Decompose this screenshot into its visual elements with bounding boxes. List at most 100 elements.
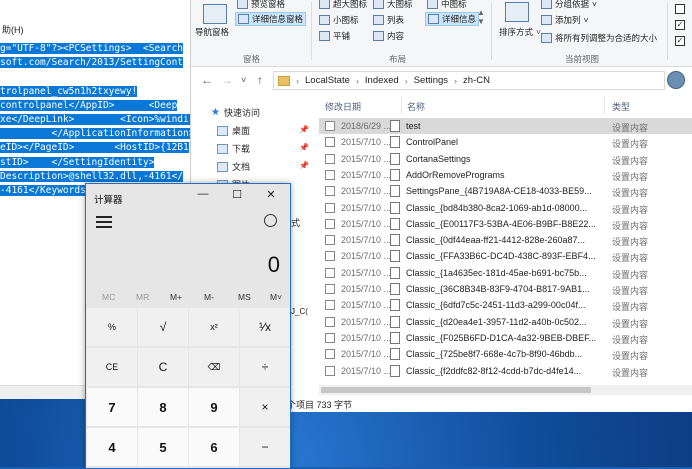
horizontal-scrollbar[interactable] [319, 385, 692, 395]
sqrt-button[interactable]: √ [138, 308, 188, 346]
maximize-icon[interactable]: ☐ [226, 188, 248, 201]
minus-button[interactable]: − [240, 428, 290, 466]
sidebar-item-desktop[interactable]: 桌面 [217, 124, 250, 137]
file-extension-toggle[interactable]: ✓ [675, 20, 685, 30]
history-icon[interactable] [264, 214, 277, 227]
tiles-view-button[interactable]: 平铺 [319, 30, 350, 42]
sort-by-icon[interactable] [505, 2, 529, 22]
item-checkbox-toggle[interactable] [675, 4, 685, 14]
add-column-button[interactable]: 添加列 ˅ [541, 14, 588, 26]
memory-button[interactable]: M- [204, 292, 214, 302]
table-row[interactable]: 2015/7/10 ... Classic_{36C8B34B-83F9-4704… [319, 281, 692, 297]
layout-scroll-arrows[interactable]: ▲ ▼ [477, 8, 485, 26]
row-checkbox[interactable] [325, 332, 335, 343]
extra-large-icons-button[interactable]: 超大图标 [319, 0, 367, 10]
table-row[interactable]: 2018/6/29 ... test 设置内容 [319, 118, 692, 135]
digit-5-button[interactable]: 5 [138, 428, 188, 466]
row-checkbox[interactable] [325, 235, 335, 246]
navigation-pane-icon[interactable] [203, 4, 227, 24]
sidebar-item-quick-access[interactable]: ★ 快速访问 [211, 106, 260, 119]
backspace-button[interactable]: ⌫ [189, 348, 239, 386]
memory-button[interactable]: M˅ [270, 292, 282, 302]
table-row[interactable]: 2015/7/10 ... Classic_{0df44eaa-ff21-4412… [319, 232, 692, 248]
breadcrumb-separator-icon[interactable]: › [405, 76, 408, 86]
column-header-date[interactable]: 修改日期 [325, 100, 361, 113]
address-bar[interactable]: › LocalState › Indexed › Settings › zh-C… [273, 71, 665, 90]
row-checkbox[interactable] [325, 137, 335, 148]
details-view-button[interactable]: 详细信息 [425, 12, 480, 26]
user-avatar[interactable] [667, 71, 685, 89]
row-checkbox[interactable] [325, 169, 335, 180]
close-icon[interactable]: ✕ [260, 188, 282, 201]
row-checkbox[interactable] [325, 218, 335, 229]
table-row[interactable]: 2015/7/10 ... Classic_{f2ddfc82-8f12-4cdd… [319, 363, 692, 379]
breadcrumb-separator-icon[interactable]: › [296, 76, 299, 86]
reciprocal-button[interactable]: ¹⁄x [240, 308, 290, 346]
memory-button[interactable]: MC [102, 292, 115, 302]
sidebar-item-partial[interactable]: 式 [291, 216, 300, 229]
breadcrumb-localstate[interactable]: LocalState [305, 75, 350, 86]
digit-9-button[interactable]: 9 [189, 388, 239, 426]
back-arrow-icon[interactable]: ← [201, 73, 213, 87]
row-checkbox[interactable] [325, 365, 335, 376]
list-view-button[interactable]: 列表 [373, 14, 404, 26]
row-checkbox[interactable] [325, 121, 335, 131]
column-header-name[interactable]: 名称 [407, 100, 425, 113]
clear-button[interactable]: C [138, 348, 188, 386]
row-checkbox[interactable] [325, 251, 335, 262]
clear-entry-button[interactable]: CE [87, 348, 137, 386]
percent-button[interactable]: % [87, 308, 137, 346]
forward-arrow-icon[interactable]: → [221, 73, 233, 87]
sidebar-item-partial[interactable]: J_C( [291, 307, 308, 316]
hidden-items-toggle[interactable]: ✓ [675, 36, 685, 46]
small-icons-button[interactable]: 小图标 [319, 14, 359, 26]
table-row[interactable]: 2015/7/10 ... Classic_{725be8f7-668e-4c7b… [319, 346, 692, 362]
sort-by-button[interactable]: 排序方式 ˅ [499, 26, 541, 38]
recent-chevron-icon[interactable]: ˅ [241, 75, 246, 85]
table-row[interactable]: 2015/7/10 ... Classic_{F025B6FD-D1CA-4a32… [319, 330, 692, 346]
digit-6-button[interactable]: 6 [189, 428, 239, 466]
menu-help[interactable]: 助(H) [0, 23, 24, 37]
memory-button[interactable]: MS [238, 292, 251, 302]
multiply-button[interactable]: × [240, 388, 290, 426]
preview-pane-button[interactable]: 预览窗格 [237, 0, 285, 10]
content-view-button[interactable]: 内容 [373, 30, 404, 42]
memory-button[interactable]: MR [136, 292, 149, 302]
medium-icons-button[interactable]: 中图标 [427, 0, 467, 10]
breadcrumb-zh-cn[interactable]: zh-CN [463, 75, 490, 86]
digit-4-button[interactable]: 4 [87, 428, 137, 466]
row-checkbox[interactable] [325, 267, 335, 278]
scrollbar-thumb[interactable] [321, 387, 591, 393]
fit-columns-button[interactable]: 将所有列调整为合适的大小 [541, 32, 657, 44]
digit-7-button[interactable]: 7 [87, 388, 137, 426]
table-row[interactable]: 2015/7/10 ... Classic_{1a4635ec-181d-45ae… [319, 265, 692, 281]
table-row[interactable]: 2015/7/10 ... Classic_{E00117F3-53BA-4E06… [319, 216, 692, 232]
digit-8-button[interactable]: 8 [138, 388, 188, 426]
column-header-type[interactable]: 类型 [612, 100, 630, 113]
square-button[interactable]: x² [189, 308, 239, 346]
table-row[interactable]: 2015/7/10 ... Classic_{bd84b380-8ca2-1069… [319, 200, 692, 216]
table-row[interactable]: 2015/7/10 ... SettingsPane_{4B719A8A-CE18… [319, 183, 692, 199]
memory-button[interactable]: M+ [170, 292, 182, 302]
column-divider[interactable] [401, 96, 402, 114]
row-checkbox[interactable] [325, 300, 335, 311]
details-pane-button[interactable]: 详细信息窗格 [235, 12, 307, 26]
breadcrumb-separator-icon[interactable]: › [356, 76, 359, 86]
table-row[interactable]: 2015/7/10 ... Classic_{FFA33B6C-DC4D-438C… [319, 248, 692, 264]
table-row[interactable]: 2015/7/10 ... Classic_{6dfd7c5c-2451-11d3… [319, 297, 692, 313]
row-checkbox[interactable] [325, 316, 335, 327]
large-icons-button[interactable]: 大图标 [373, 0, 413, 10]
table-row[interactable]: 2015/7/10 ... AddOrRemovePrograms 设置内容 [319, 167, 692, 183]
breadcrumb-settings[interactable]: Settings [414, 75, 448, 86]
sidebar-item-downloads[interactable]: 下载 [217, 142, 250, 155]
table-row[interactable]: 2015/7/10 ... CortanaSettings 设置内容 [319, 151, 692, 167]
row-checkbox[interactable] [325, 349, 335, 360]
divide-button[interactable]: ÷ [240, 348, 290, 386]
row-checkbox[interactable] [325, 202, 335, 213]
hamburger-menu-icon[interactable] [96, 216, 112, 231]
row-checkbox[interactable] [325, 186, 335, 197]
minimize-icon[interactable]: — [192, 188, 214, 200]
breadcrumb-separator-icon[interactable]: › [454, 76, 457, 86]
breadcrumb-indexed[interactable]: Indexed [365, 75, 399, 86]
row-checkbox[interactable] [325, 284, 335, 294]
